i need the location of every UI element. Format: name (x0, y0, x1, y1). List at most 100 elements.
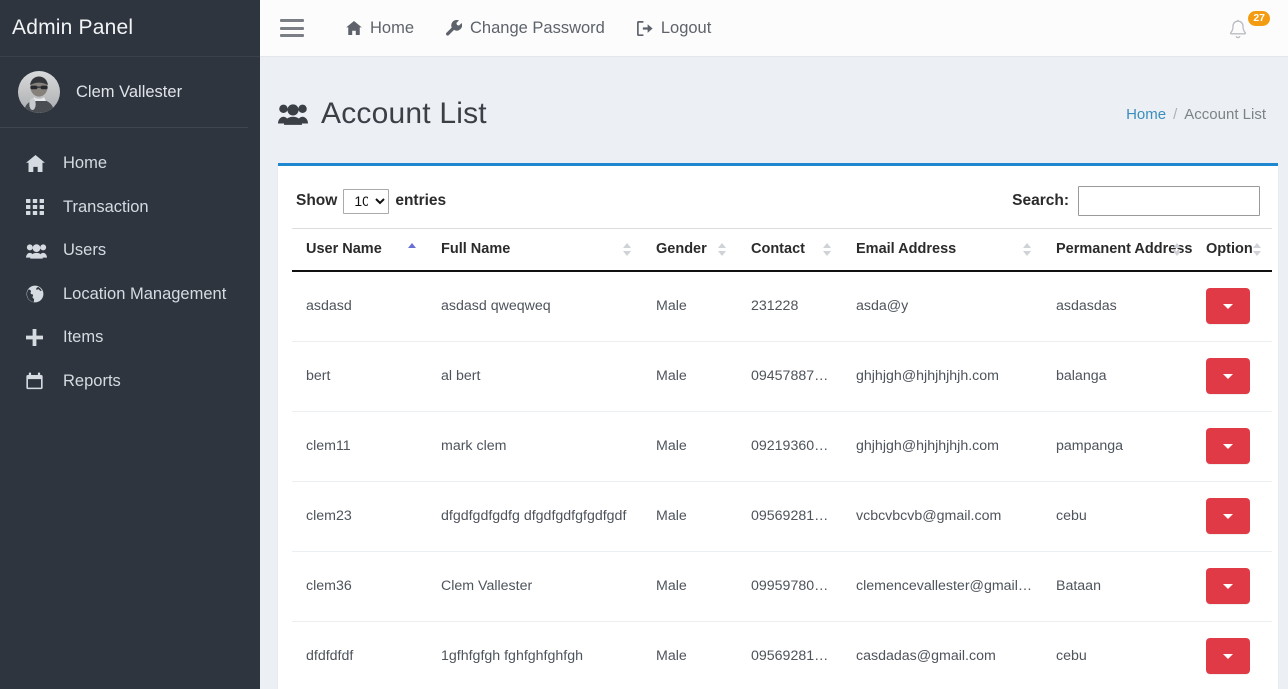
notifications-button[interactable]: 27 (1224, 11, 1270, 47)
globe-icon (26, 284, 52, 304)
cell-gender: Male (642, 341, 737, 412)
cell-email-address: casdadas@gmail.com (842, 621, 1042, 689)
sidebar-user-panel[interactable]: Clem Vallester (0, 57, 248, 128)
page-title: Account List (278, 97, 487, 131)
caret-down-icon (1223, 583, 1233, 589)
entries-select[interactable]: 10 25 50 100 (343, 188, 390, 214)
cell-user-name: clem11 (292, 411, 427, 482)
cell-user-name: dfdfdfdf (292, 621, 427, 689)
row-options-button[interactable] (1206, 358, 1250, 395)
content-body: Show 10 25 50 100 entries Search: (260, 151, 1288, 689)
breadcrumb-home[interactable]: Home (1126, 106, 1166, 123)
sort-ascending-icon (408, 242, 417, 257)
cell-contact: 09219360368 (737, 411, 842, 482)
sort-icon (1173, 242, 1182, 257)
row-options-button[interactable] (1206, 638, 1250, 675)
sort-icon (1253, 242, 1262, 257)
sidebar-item-label: Users (63, 241, 107, 260)
sidebar-item-label: Items (63, 328, 104, 347)
cell-gender: Male (656, 298, 687, 315)
cell-user-name: asdasd (306, 298, 352, 315)
sort-icon (1023, 242, 1032, 257)
grid-icon (26, 197, 52, 217)
table-header-row: User Name Full Name Gender Contact Email… (292, 228, 1272, 273)
cell-contact: 231228 (751, 298, 799, 315)
cell-email-address: clemencevallester@gmail.com (842, 551, 1042, 622)
brand-title: Admin Panel (0, 0, 260, 57)
sidebar-item-users[interactable]: Users (0, 229, 260, 273)
account-list-card: Show 10 25 50 100 entries Search: (278, 163, 1278, 689)
cell-permanent-address: cebu (1042, 621, 1192, 689)
cell-full-name: Clem Vallester (427, 551, 642, 622)
cell-gender: Male (642, 621, 737, 689)
column-header-email-address[interactable]: Email Address (842, 228, 1042, 273)
row-options-button[interactable] (1206, 428, 1250, 465)
column-label: User Name (306, 241, 382, 258)
topnav-change-password[interactable]: Change Password (430, 19, 621, 38)
column-header-option[interactable]: Option (1192, 228, 1272, 273)
top-nav-links: Home Change Password Logout (330, 19, 727, 38)
row-options-button[interactable] (1206, 498, 1250, 535)
search-control: Search: (1012, 186, 1260, 217)
row-options-button[interactable] (1206, 288, 1250, 325)
notification-badge: 27 (1248, 11, 1270, 26)
sidebar-user-name: Clem Vallester (76, 82, 183, 101)
sidebar-item-items[interactable]: Items (0, 316, 260, 360)
cell-contact: 09569281096 (737, 481, 842, 552)
cell-user-name: bert (292, 341, 427, 412)
cell-permanent-address: balanga (1042, 341, 1192, 412)
cell-full-name: 1gfhfgfgh fghfghfghfgh (427, 621, 642, 689)
sidebar: Admin Panel Clem Vallester Home Transact… (0, 0, 260, 689)
caret-down-icon (1223, 513, 1233, 519)
sidebar-item-home[interactable]: Home (0, 142, 260, 186)
sidebar-item-label: Reports (63, 371, 121, 390)
topnav-logout[interactable]: Logout (621, 19, 727, 38)
sidebar-item-label: Transaction (63, 197, 149, 216)
account-list-table: User Name Full Name Gender Contact Email… (292, 228, 1272, 689)
cell-gender: Male (642, 481, 737, 552)
topnav-label: Logout (660, 18, 712, 37)
content-header: Account List Home / Account List (260, 57, 1288, 151)
topnav-label: Change Password (470, 18, 605, 37)
column-header-gender[interactable]: Gender (642, 228, 737, 273)
sort-icon (823, 242, 832, 257)
cell-email-address: asda@y (856, 298, 909, 315)
entries-length-control: Show 10 25 50 100 entries (296, 188, 447, 214)
sidebar-item-transaction[interactable]: Transaction (0, 186, 260, 230)
cell-option (1192, 621, 1272, 689)
column-header-user-name[interactable]: User Name (292, 228, 427, 273)
cell-full-name: al bert (427, 341, 642, 412)
datatable-controls: Show 10 25 50 100 entries Search: (292, 180, 1264, 228)
caret-down-icon (1223, 373, 1233, 379)
search-input[interactable] (1078, 186, 1260, 217)
topnav-home[interactable]: Home (330, 19, 430, 38)
column-label: Option (1206, 241, 1253, 258)
cell-contact: 09569281096 (737, 621, 842, 689)
row-options-button[interactable] (1206, 568, 1250, 605)
entries-label: entries (395, 192, 447, 210)
sidebar-item-reports[interactable]: Reports (0, 360, 260, 404)
users-icon (278, 103, 308, 126)
cell-user-name: clem23 (292, 481, 427, 552)
cell-email-address: ghjhjgh@hjhjhjhjh.com (842, 341, 1042, 412)
home-icon (346, 21, 362, 35)
hamburger-icon[interactable] (280, 19, 304, 37)
table-row: clem23 dfgdfgdfgdfg dfgdfgdfgfgdfgdf Male 0… (292, 481, 1272, 552)
column-label: Full Name (441, 241, 511, 258)
cell-gender: Male (642, 411, 737, 482)
sidebar-item-location-management[interactable]: Location Management (0, 273, 260, 317)
table-head: User Name Full Name Gender Contact Email… (292, 228, 1272, 273)
column-header-full-name[interactable]: Full Name (427, 228, 642, 273)
plus-icon (26, 328, 52, 348)
admin-panel-page: Admin Panel Clem Vallester Home Transact… (0, 0, 1288, 689)
cell-full-name: asdasd qweqweq (441, 298, 551, 315)
topnav-label: Home (370, 18, 415, 37)
breadcrumb: Home / Account List (1126, 106, 1270, 123)
users-icon (26, 241, 52, 261)
column-header-contact[interactable]: Contact (737, 228, 842, 273)
sidebar-nav: Home Transaction Users Location Manageme… (0, 128, 260, 403)
top-navbar: Home Change Password Logout 27 (260, 0, 1288, 57)
column-header-permanent-address[interactable]: Permanent Address (1042, 228, 1192, 273)
table-row: clem11 mark clem Male 09219360368 ghjhjgh@hj… (292, 411, 1272, 482)
table-row: bert al bert Male 09457887990 ghjhjgh@hjhjhj… (292, 341, 1272, 412)
